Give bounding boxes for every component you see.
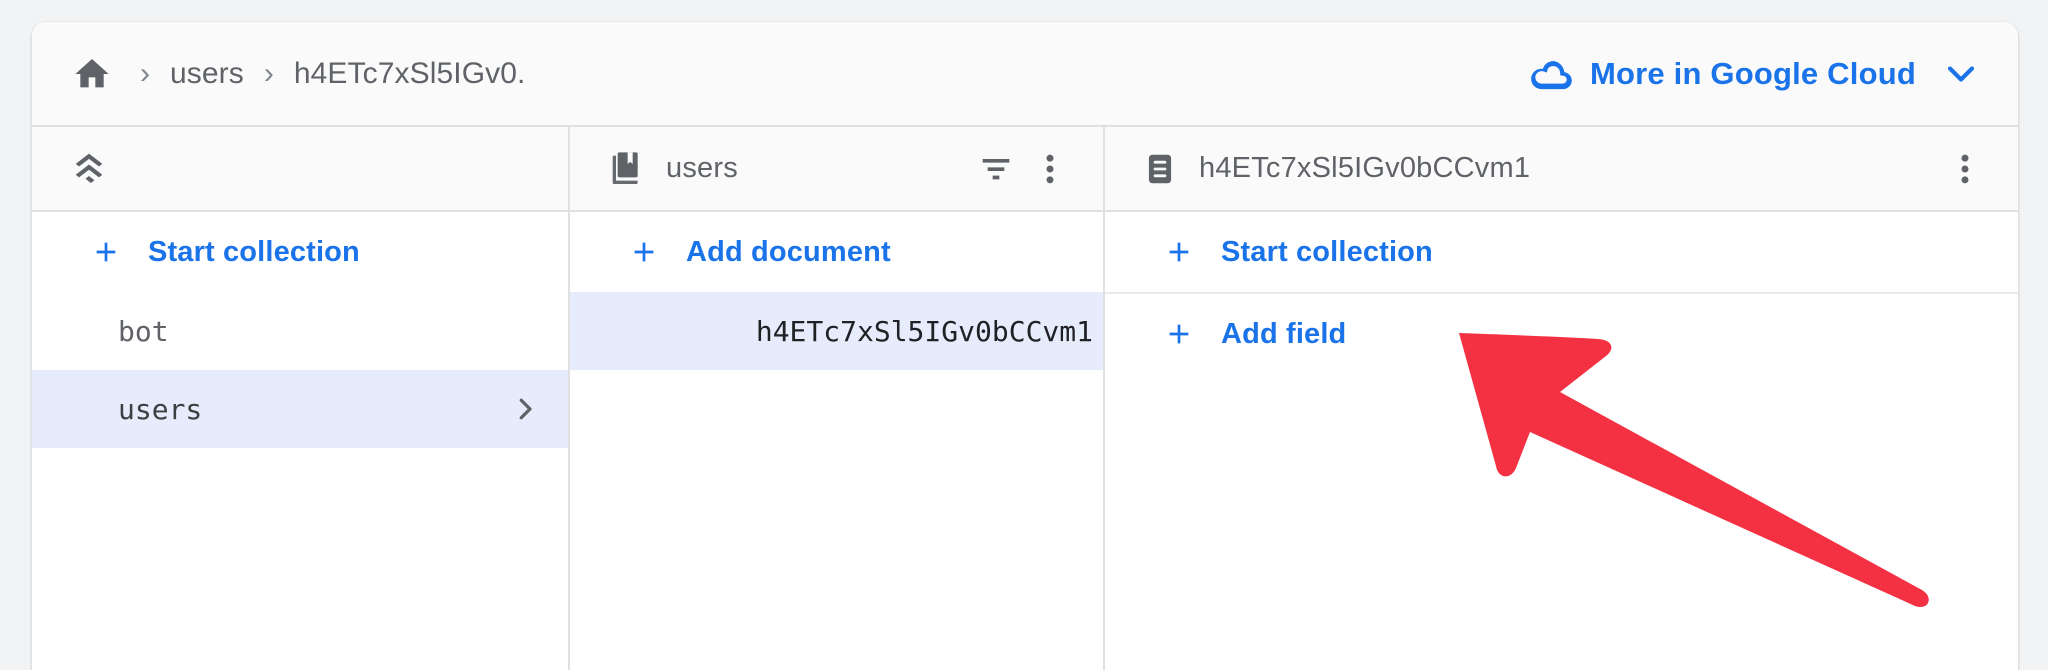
panel-body-document: Start collection Add field xyxy=(1105,212,2018,670)
google-cloud-icon xyxy=(1531,60,1572,89)
filter-button[interactable] xyxy=(969,142,1023,196)
plus-icon xyxy=(96,242,116,262)
add-document-label: Add document xyxy=(686,235,891,268)
collection-name-bot: bot xyxy=(118,314,169,348)
add-field-button[interactable]: Add field xyxy=(1105,294,2018,374)
breadcrumb-item-users[interactable]: users xyxy=(162,57,252,91)
chevron-down-icon xyxy=(1947,65,1975,82)
breadcrumb: › users › h4ETc7xSl5IGv0. xyxy=(70,54,533,94)
collection-row-bot[interactable]: bot xyxy=(32,292,568,370)
plus-icon xyxy=(1169,242,1189,262)
more-in-google-cloud-button[interactable]: More in Google Cloud xyxy=(1528,56,1978,92)
more-vert-icon xyxy=(1961,154,1969,183)
collection-icon xyxy=(612,151,638,184)
panel-document-detail: h4ETc7xSl5IGv0bCCvm1 Start collection Ad… xyxy=(1105,127,2018,670)
start-collection-label-right: Start collection xyxy=(1221,235,1433,268)
start-collection-label-left: Start collection xyxy=(148,235,360,268)
panel-body-collection: Add document h4ETc7xSl5IGv0bCCvm1 xyxy=(570,212,1103,670)
collection-menu-button[interactable] xyxy=(1023,142,1077,196)
firestore-data-card: › users › h4ETc7xSl5IGv0. More in Google… xyxy=(32,22,2018,670)
panel-header-collection-title: users xyxy=(666,152,738,184)
panel-root-collections: Start collection bot users xyxy=(32,127,570,670)
document-id: h4ETc7xSl5IGv0bCCvm1 xyxy=(755,314,1093,348)
panel-header-collection: users xyxy=(570,127,1103,212)
document-row[interactable]: h4ETc7xSl5IGv0bCCvm1 xyxy=(570,292,1103,370)
breadcrumb-item-document[interactable]: h4ETc7xSl5IGv0. xyxy=(286,57,534,91)
breadcrumb-bar: › users › h4ETc7xSl5IGv0. More in Google… xyxy=(32,22,2018,127)
start-collection-button-right[interactable]: Start collection xyxy=(1105,212,2018,292)
collection-row-users[interactable]: users xyxy=(32,370,568,448)
plus-icon xyxy=(1169,324,1189,344)
filter-icon xyxy=(982,158,1010,179)
document-menu-button[interactable] xyxy=(1938,142,1992,196)
screen-root: › users › h4ETc7xSl5IGv0. More in Google… xyxy=(0,0,2048,670)
panel-header-root xyxy=(32,127,568,212)
panel-header-document: h4ETc7xSl5IGv0bCCvm1 xyxy=(1105,127,2018,212)
panel-header-document-title: h4ETc7xSl5IGv0bCCvm1 xyxy=(1199,152,1531,184)
firestore-icon xyxy=(75,153,103,183)
panel-body-root: Start collection bot users xyxy=(32,212,568,670)
document-icon xyxy=(1148,154,1172,183)
chevron-right-icon xyxy=(519,398,532,420)
more-vert-icon xyxy=(1046,154,1054,183)
breadcrumb-separator-1: › xyxy=(140,56,150,90)
plus-icon xyxy=(634,242,654,262)
add-field-label: Add field xyxy=(1221,317,1347,350)
home-icon[interactable] xyxy=(70,54,114,94)
firestore-panels: Start collection bot users users Add doc… xyxy=(32,127,2018,670)
collection-name-users: users xyxy=(118,392,203,426)
breadcrumb-separator-2: › xyxy=(263,56,274,90)
add-document-button[interactable]: Add document xyxy=(570,212,1103,292)
start-collection-button-left[interactable]: Start collection xyxy=(32,212,568,292)
panel-collection-documents: users Add document h4ETc7xSl5IGv0bCCvm1 xyxy=(570,127,1105,670)
more-in-google-cloud-label: More in Google Cloud xyxy=(1589,55,1916,91)
